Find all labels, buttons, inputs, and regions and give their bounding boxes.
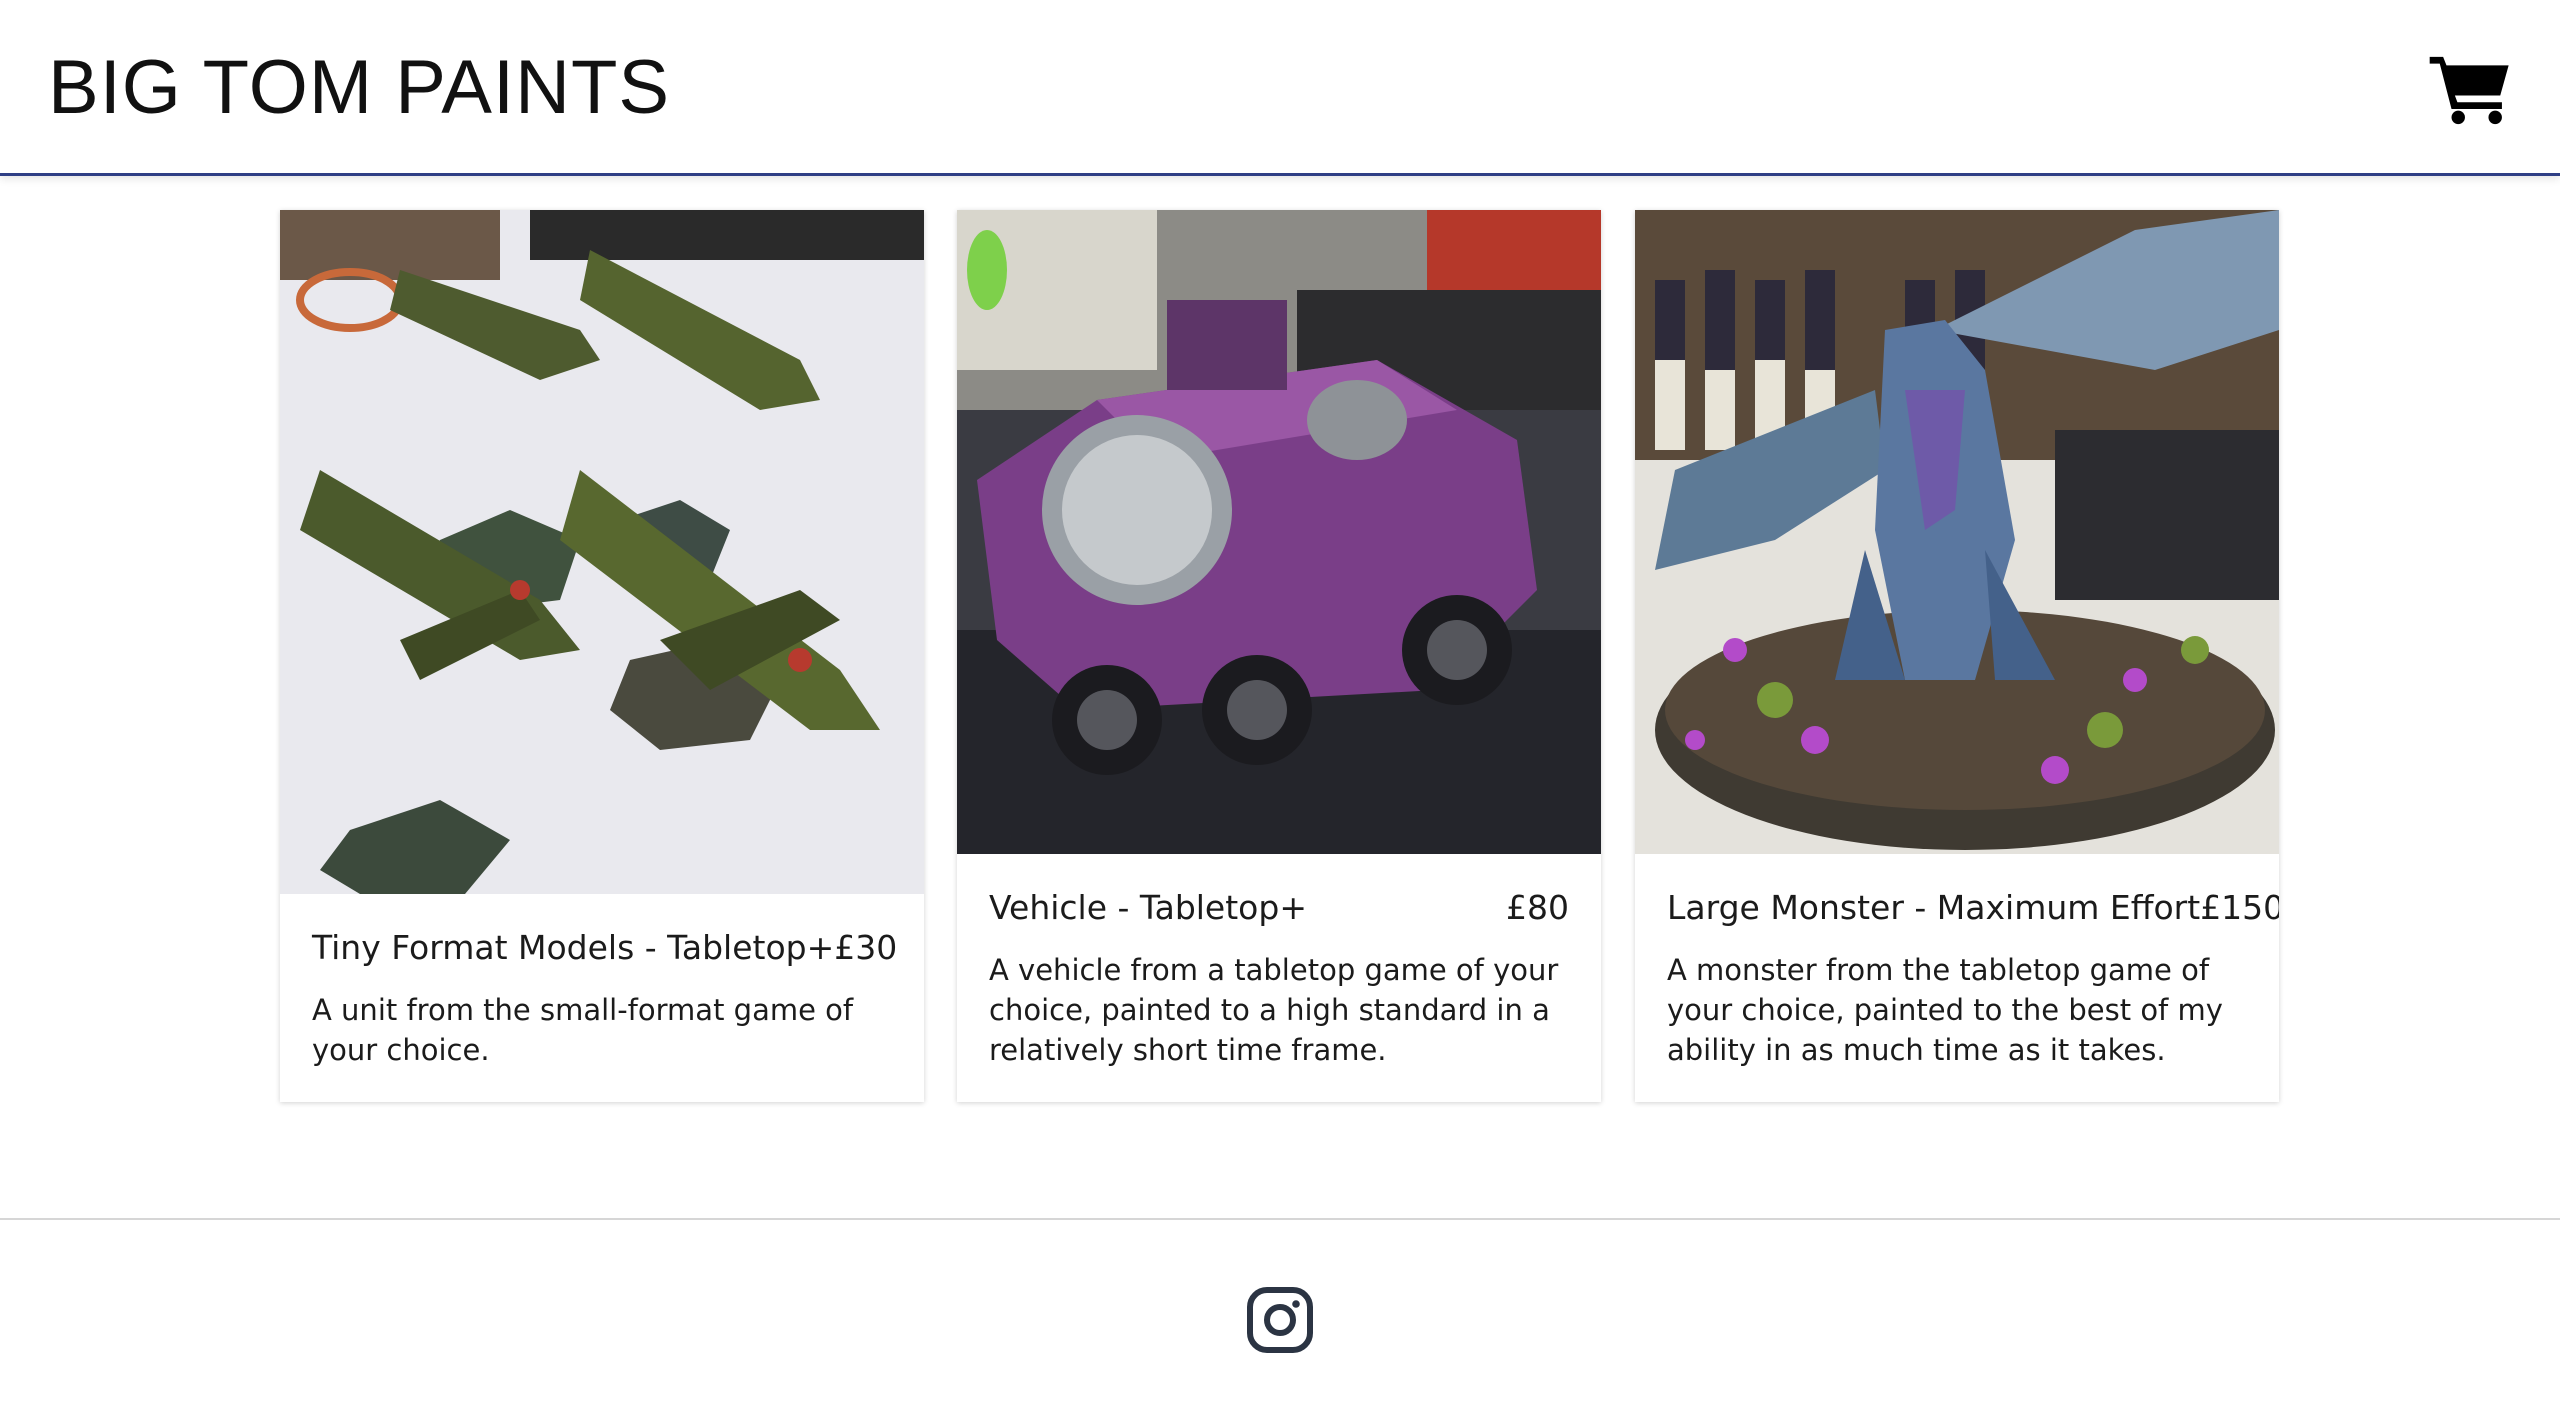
product-price: £150	[2200, 888, 2279, 927]
product-image-fighter-jets[interactable]	[280, 210, 924, 894]
product-title: Tiny Format Models - Tabletop+	[312, 928, 835, 967]
product-price: £30	[834, 928, 898, 967]
shopping-cart-icon[interactable]	[2428, 46, 2512, 130]
product-card-vehicle[interactable]: Vehicle - Tabletop+ £80 A vehicle from a…	[957, 210, 1601, 1102]
brand-logo[interactable]: BIG TOM PAINTS	[48, 44, 670, 132]
product-title-row: Tiny Format Models - Tabletop+ £30	[312, 926, 897, 970]
instagram-icon[interactable]	[1246, 1286, 1314, 1354]
product-title: Large Monster - Maximum Effort	[1667, 888, 2201, 927]
product-price: £80	[1506, 888, 1569, 927]
site-header: BIG TOM PAINTS	[0, 0, 2560, 176]
product-description: A unit from the small-format game of you…	[312, 993, 854, 1067]
product-title: Vehicle - Tabletop+	[989, 888, 1307, 927]
product-title-row: Large Monster - Maximum Effort £150	[1667, 886, 2279, 930]
footer-divider	[0, 1218, 2560, 1220]
product-card-tiny-format[interactable]: Tiny Format Models - Tabletop+ £30 A uni…	[280, 210, 924, 1102]
product-image-blue-dragon[interactable]	[1635, 210, 2279, 854]
product-image-purple-vehicle[interactable]	[957, 210, 1601, 854]
product-title-row: Vehicle - Tabletop+ £80	[989, 886, 1569, 930]
product-description: A vehicle from a tabletop game of your c…	[989, 953, 1559, 1067]
product-card-large-monster[interactable]: Large Monster - Maximum Effort £150 A mo…	[1635, 210, 2279, 1102]
product-description: A monster from the tabletop game of your…	[1667, 953, 2223, 1067]
